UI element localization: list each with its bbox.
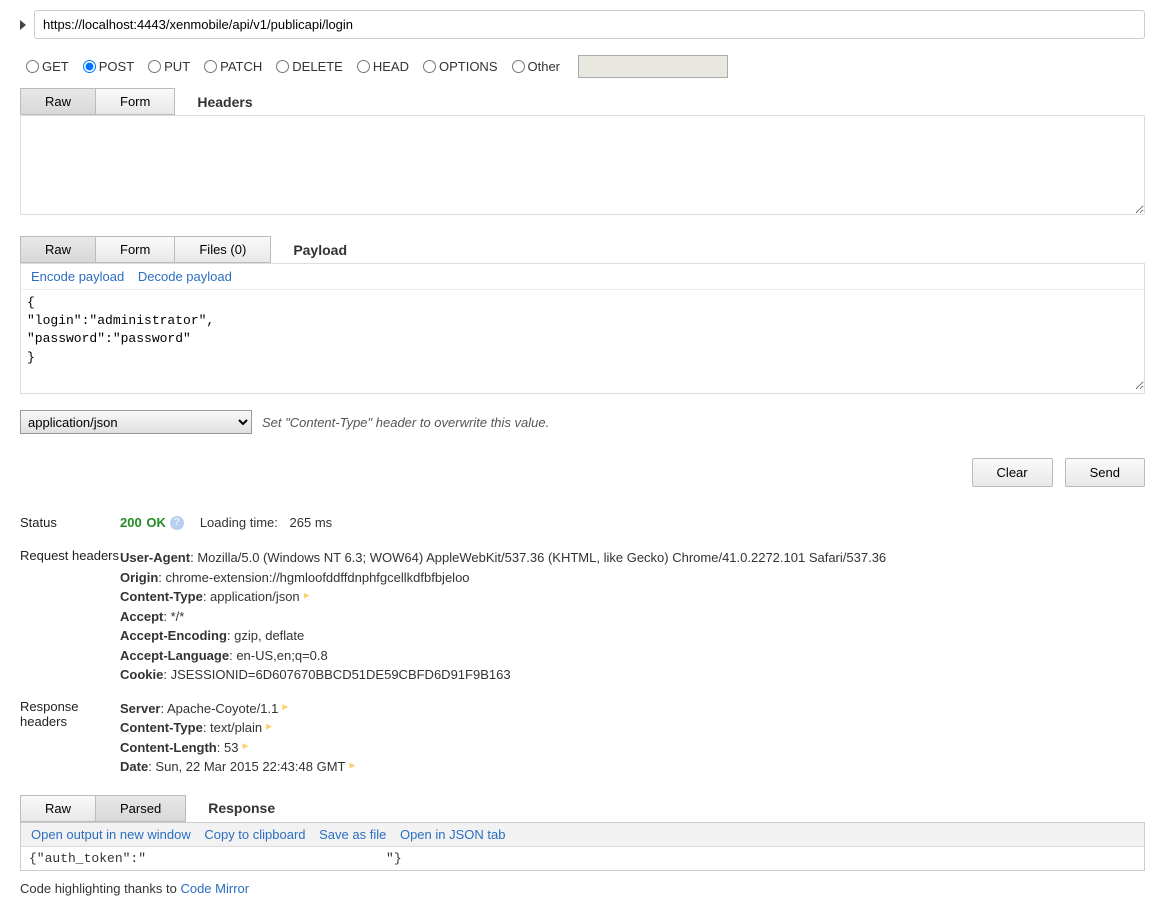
flag-icon: [349, 763, 355, 773]
content-type-select[interactable]: application/json: [20, 410, 252, 434]
decode-payload-link[interactable]: Decode payload: [138, 269, 232, 284]
response-body: {"auth_token":""}: [21, 847, 1144, 870]
response-label: Response: [208, 800, 275, 816]
method-patch[interactable]: PATCH: [204, 59, 262, 74]
headers-label: Headers: [197, 94, 252, 110]
credit-line: Code highlighting thanks to Code Mirror: [20, 881, 1145, 896]
method-post[interactable]: POST: [83, 59, 134, 74]
copy-clipboard-link[interactable]: Copy to clipboard: [204, 827, 305, 842]
method-head[interactable]: HEAD: [357, 59, 409, 74]
header-row: User-Agent: Mozilla/5.0 (Windows NT 6.3;…: [120, 548, 886, 568]
method-put[interactable]: PUT: [148, 59, 190, 74]
header-row: Content-Type: application/json: [120, 587, 886, 607]
header-row: Content-Length: 53: [120, 738, 355, 758]
help-icon[interactable]: ?: [170, 516, 184, 530]
code-mirror-link[interactable]: Code Mirror: [180, 881, 249, 896]
header-row: Cookie: JSESSIONID=6D607670BBCD51DE59CBF…: [120, 665, 886, 685]
status-label: Status: [20, 515, 120, 530]
payload-tab-files[interactable]: Files (0): [175, 236, 271, 263]
http-method-group: GET POST PUT PATCH DELETE HEAD OPTIONS O…: [20, 47, 1145, 88]
method-get[interactable]: GET: [26, 59, 69, 74]
request-headers-list: User-Agent: Mozilla/5.0 (Windows NT 6.3;…: [120, 548, 886, 685]
header-row: Accept-Language: en-US,en;q=0.8: [120, 646, 886, 666]
token-redacted: [146, 851, 386, 865]
headers-tab-raw[interactable]: Raw: [20, 88, 96, 115]
loading-time-value: 265 ms: [290, 515, 333, 530]
method-delete[interactable]: DELETE: [276, 59, 343, 74]
flag-icon: [304, 593, 310, 603]
response-headers-list: Server: Apache-Coyote/1.1 Content-Type: …: [120, 699, 355, 777]
response-tab-raw[interactable]: Raw: [20, 795, 96, 822]
save-file-link[interactable]: Save as file: [319, 827, 386, 842]
response-headers-label: Response headers: [20, 699, 120, 729]
method-other[interactable]: Other: [512, 59, 561, 74]
payload-tab-raw[interactable]: Raw: [20, 236, 96, 263]
status-text: OK: [146, 515, 166, 530]
payload-label: Payload: [293, 242, 347, 258]
payload-tab-form[interactable]: Form: [96, 236, 175, 263]
header-row: Server: Apache-Coyote/1.1: [120, 699, 355, 719]
loading-time-label: Loading time:: [200, 515, 278, 530]
headers-tab-form[interactable]: Form: [96, 88, 175, 115]
request-headers-label: Request headers: [20, 548, 120, 563]
status-code: 200: [120, 515, 142, 530]
header-row: Content-Type: text/plain: [120, 718, 355, 738]
headers-textarea[interactable]: [20, 115, 1145, 215]
header-row: Date: Sun, 22 Mar 2015 22:43:48 GMT: [120, 757, 355, 777]
flag-icon: [282, 704, 288, 714]
method-other-input[interactable]: [578, 55, 728, 78]
expand-url-arrow[interactable]: [20, 20, 26, 30]
payload-textarea[interactable]: [21, 290, 1144, 390]
encode-payload-link[interactable]: Encode payload: [31, 269, 124, 284]
send-button[interactable]: Send: [1065, 458, 1145, 487]
open-json-tab-link[interactable]: Open in JSON tab: [400, 827, 506, 842]
flag-icon: [242, 743, 248, 753]
flag-icon: [266, 724, 272, 734]
content-type-hint: Set "Content-Type" header to overwrite t…: [262, 415, 549, 430]
header-row: Origin: chrome-extension://hgmloofddffdn…: [120, 568, 886, 588]
open-output-link[interactable]: Open output in new window: [31, 827, 191, 842]
clear-button[interactable]: Clear: [972, 458, 1053, 487]
url-input[interactable]: [34, 10, 1145, 39]
response-tab-parsed[interactable]: Parsed: [96, 795, 186, 822]
header-row: Accept: */*: [120, 607, 886, 627]
header-row: Accept-Encoding: gzip, deflate: [120, 626, 886, 646]
method-options[interactable]: OPTIONS: [423, 59, 498, 74]
